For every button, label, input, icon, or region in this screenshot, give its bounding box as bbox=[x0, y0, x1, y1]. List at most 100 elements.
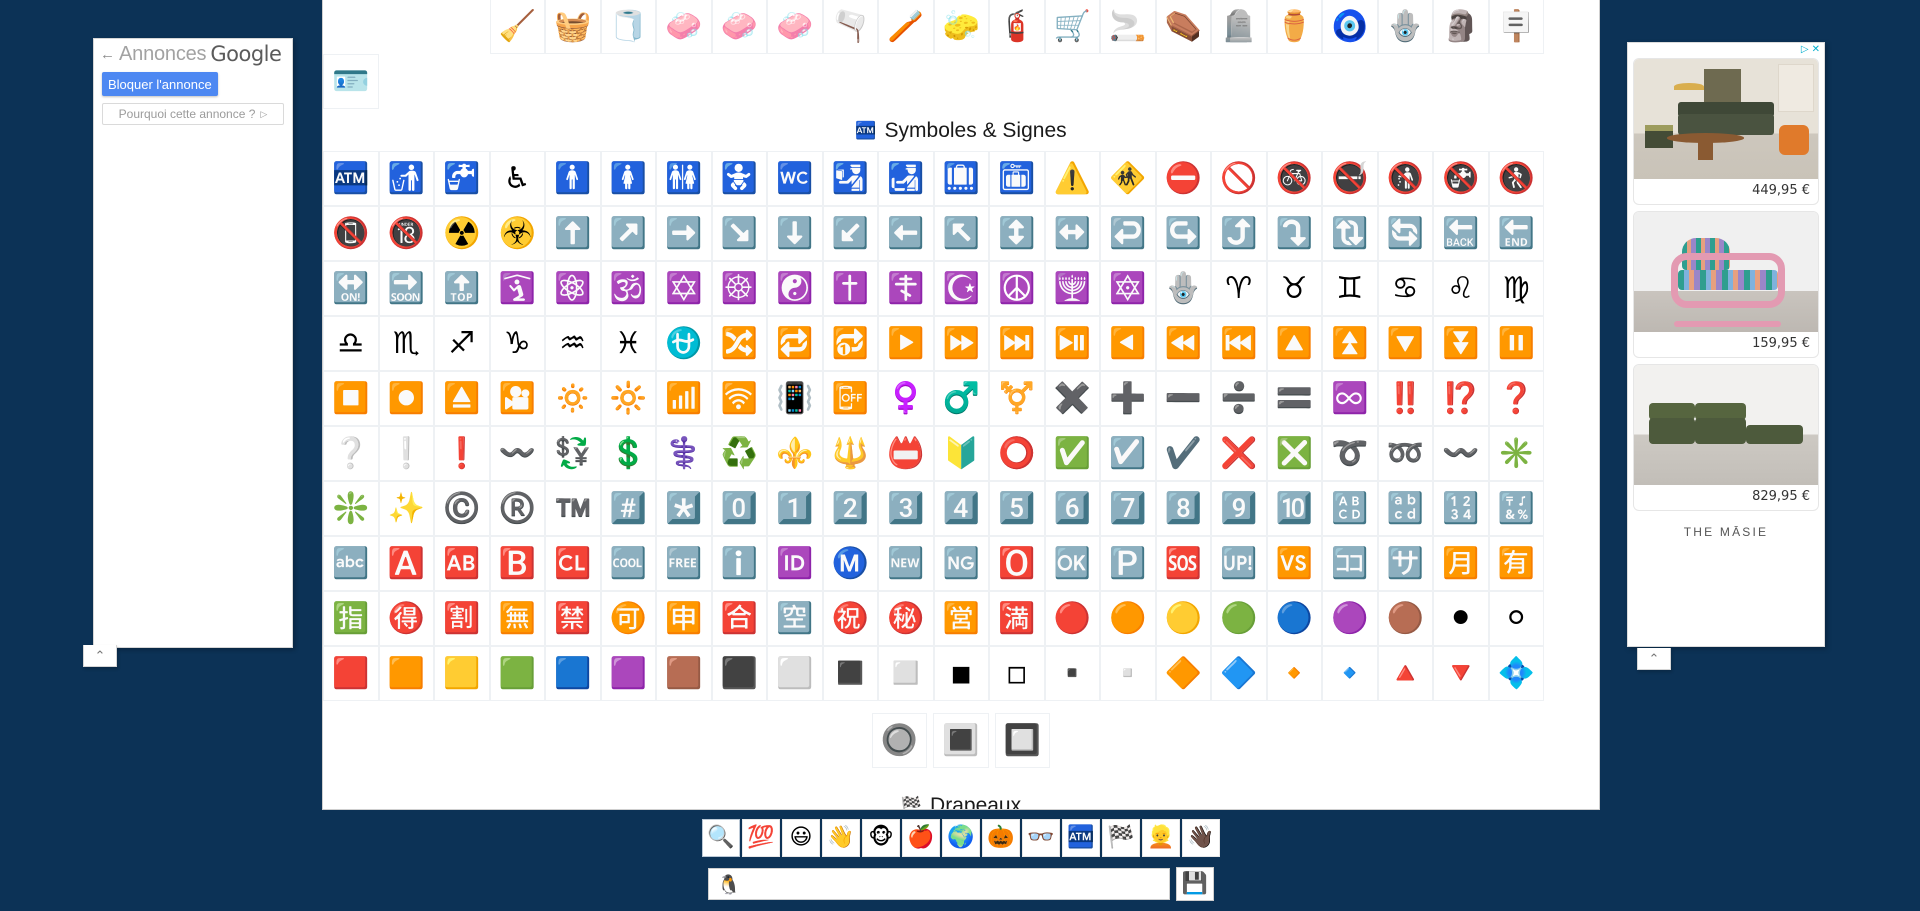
emoji-cell-sponge[interactable]: 🧽 bbox=[933, 0, 989, 54]
emoji-cell-vs-button[interactable]: 🆚 bbox=[1266, 536, 1322, 591]
emoji-cell-diamond-with-a-dot[interactable]: 💠 bbox=[1488, 646, 1544, 701]
emoji-cell-nazar-amulet[interactable]: 🧿 bbox=[1322, 0, 1378, 54]
emoji-cell-moai[interactable]: 🗿 bbox=[1433, 0, 1489, 54]
emoji-cell-no-bicycles[interactable]: 🚳 bbox=[1266, 151, 1322, 206]
emoji-cell-right-arrow-curving-down[interactable]: ⤵️ bbox=[1266, 206, 1322, 261]
emoji-cell-down-arrow[interactable]: ⬇️ bbox=[767, 206, 823, 261]
emoji-cell-taurus[interactable]: ♉ bbox=[1266, 261, 1322, 316]
emoji-cell-wavy-dash[interactable]: 〰️ bbox=[489, 426, 545, 481]
category-food[interactable]: 🍎 bbox=[902, 819, 940, 857]
emoji-cell-no-smoking[interactable]: 🚭 bbox=[1322, 151, 1378, 206]
emoji-cell-bucket[interactable]: 🧼 bbox=[711, 0, 767, 54]
emoji-cell-japanese-discount-button[interactable]: 🈹 bbox=[434, 591, 490, 646]
emoji-cell-soon-arrow[interactable]: 🔜 bbox=[378, 261, 434, 316]
emoji-cell-keycap-4[interactable]: 4️⃣ bbox=[933, 481, 989, 536]
emoji-cell-libra[interactable]: ♎ bbox=[323, 316, 379, 371]
emoji-cell-wheelchair-symbol[interactable]: ♿ bbox=[489, 151, 545, 206]
emoji-cell-top-arrow[interactable]: 🔝 bbox=[434, 261, 490, 316]
emoji-cell-womens-room[interactable]: 🚺 bbox=[600, 151, 656, 206]
emoji-cell-copyright[interactable]: ©️ bbox=[434, 481, 490, 536]
emoji-cell-downwards-button[interactable]: 🔽 bbox=[1377, 316, 1433, 371]
emoji-cell-play-button[interactable]: ▶️ bbox=[878, 316, 934, 371]
emoji-cell-brown-square[interactable]: 🟫 bbox=[656, 646, 712, 701]
emoji-cell-om[interactable]: 🕉️ bbox=[600, 261, 656, 316]
emoji-cell-information[interactable]: ℹ️ bbox=[711, 536, 767, 591]
emoji-cell-prohibited[interactable]: 🚫 bbox=[1211, 151, 1267, 206]
emoji-cell-identification-card[interactable]: 🪪 bbox=[323, 54, 379, 109]
emoji-cell-heavy-equals-sign[interactable]: 🟰 bbox=[1266, 371, 1322, 426]
emoji-cell-right-arrow-curving-up[interactable]: ⤴️ bbox=[1211, 206, 1267, 261]
emoji-cell-broom[interactable]: 🧹 bbox=[489, 0, 545, 54]
emoji-cell-litter-in-bin-sign[interactable]: 🚮 bbox=[378, 151, 434, 206]
emoji-cell-capricorn[interactable]: ♑ bbox=[489, 316, 545, 371]
emoji-cell-black-medium-small-square[interactable]: ◾ bbox=[933, 646, 989, 701]
emoji-cell-japanese-vacancy[interactable]: 🈳 bbox=[767, 591, 823, 646]
emoji-cell-children-crossing[interactable]: 🚸 bbox=[1100, 151, 1156, 206]
emoji-cell-toothbrush[interactable]: 🪥 bbox=[878, 0, 934, 54]
emoji-cell-atom-symbol[interactable]: ⚛️ bbox=[545, 261, 601, 316]
emoji-cell-funeral-urn[interactable]: ⚱️ bbox=[1266, 0, 1322, 54]
emoji-cell-red-triangle-pointed-down[interactable]: 🔻 bbox=[1433, 646, 1489, 701]
category-skin-tone[interactable]: 👋🏿 bbox=[1182, 819, 1220, 857]
emoji-cell-orange-circle[interactable]: 🟠 bbox=[1100, 591, 1156, 646]
emoji-cell-headstone[interactable]: 🪦 bbox=[1211, 0, 1267, 54]
emoji-cell-keycap-0[interactable]: 0️⃣ bbox=[711, 481, 767, 536]
why-this-ad-button[interactable]: Pourquoi cette annonce ? ▷ bbox=[102, 103, 284, 125]
emoji-cell-on-arrow[interactable]: 🔛 bbox=[323, 261, 379, 316]
emoji-cell-star-and-crescent[interactable]: ☪️ bbox=[933, 261, 989, 316]
emoji-cell-up-arrow[interactable]: ⬆️ bbox=[545, 206, 601, 261]
emoji-cell-up-button[interactable]: 🆙 bbox=[1211, 536, 1267, 591]
emoji-cell-curly-loop[interactable]: ➰ bbox=[1322, 426, 1378, 481]
emoji-cell-part-alternation-mark[interactable]: 〰️ bbox=[1433, 426, 1489, 481]
emoji-cell-mens-room[interactable]: 🚹 bbox=[545, 151, 601, 206]
emoji-cell-input-symbols[interactable]: 🔣 bbox=[1488, 481, 1544, 536]
emoji-cell-pause-button[interactable]: ⏸️ bbox=[1488, 316, 1544, 371]
emoji-cell-japanese-open-for-business[interactable]: 🈺 bbox=[933, 591, 989, 646]
emoji-cell-customs[interactable]: 🛃 bbox=[878, 151, 934, 206]
category-activities[interactable]: 🎃 bbox=[982, 819, 1020, 857]
emoji-cell-upwards-button[interactable]: 🔼 bbox=[1266, 316, 1322, 371]
emoji-cell-down-left-arrow[interactable]: ↙️ bbox=[822, 206, 878, 261]
emoji-cell-antenna-bars[interactable]: 📶 bbox=[656, 371, 712, 426]
emoji-cell-non-potable-water[interactable]: 🚱 bbox=[1433, 151, 1489, 206]
emoji-cell-cl-button[interactable]: 🆑 bbox=[545, 536, 601, 591]
emoji-cell-japanese-free-of-charge[interactable]: 🈚 bbox=[489, 591, 545, 646]
emoji-cell-input-latin-letters[interactable]: 🔤 bbox=[323, 536, 379, 591]
emoji-cell-repeat-single[interactable]: 🔂 bbox=[822, 316, 878, 371]
emoji-cell-left-arrow[interactable]: ⬅️ bbox=[878, 206, 934, 261]
emoji-cell-free-button[interactable]: 🆓 bbox=[656, 536, 712, 591]
category-animals[interactable]: 🐵 bbox=[862, 819, 900, 857]
emoji-cell-yin-yang[interactable]: ☯️ bbox=[767, 261, 823, 316]
left-ad-collapse-button[interactable]: ⌃ bbox=[83, 645, 117, 667]
emoji-cell-sagittarius[interactable]: ♐ bbox=[434, 316, 490, 371]
emoji-cell-stop-button[interactable]: ⏹️ bbox=[323, 371, 379, 426]
emoji-cell-cross-mark[interactable]: ❌ bbox=[1211, 426, 1267, 481]
emoji-cell-recycling-symbol[interactable]: ♻️ bbox=[711, 426, 767, 481]
emoji-cell-check-mark-button[interactable]: ✅ bbox=[1044, 426, 1100, 481]
emoji-cell-bright-button[interactable]: 🔆 bbox=[600, 371, 656, 426]
emoji-cell-japanese-here-button[interactable]: 🈁 bbox=[1322, 536, 1378, 591]
emoji-cell-white-circle[interactable]: ⚪ bbox=[1488, 591, 1544, 646]
search-input[interactable] bbox=[708, 868, 1170, 900]
emoji-cell-keycap-hash[interactable]: #️⃣ bbox=[600, 481, 656, 536]
emoji-cell-potable-water[interactable]: 🚰 bbox=[434, 151, 490, 206]
emoji-cell-fast-reverse[interactable]: ⏪ bbox=[1155, 316, 1211, 371]
emoji-cell-no-littering[interactable]: 🚯 bbox=[1377, 151, 1433, 206]
emoji-cell-black-large-square[interactable]: ⬛ bbox=[711, 646, 767, 701]
emoji-cell-large-blue-diamond[interactable]: 🔷 bbox=[1211, 646, 1267, 701]
emoji-cell-bubbles[interactable]: 🫗 bbox=[822, 0, 878, 54]
emoji-cell-new-button[interactable]: 🆕 bbox=[878, 536, 934, 591]
emoji-cell-small-blue-diamond[interactable]: 🔹 bbox=[1322, 646, 1378, 701]
emoji-cell-infinity[interactable]: ♾️ bbox=[1322, 371, 1378, 426]
category-people[interactable]: 👋 bbox=[822, 819, 860, 857]
emoji-cell-biohazard[interactable]: ☣️ bbox=[489, 206, 545, 261]
emoji-cell-roll-of-paper[interactable]: 🧻 bbox=[600, 0, 656, 54]
emoji-cell-japanese-acceptable[interactable]: 🉑 bbox=[600, 591, 656, 646]
emoji-cell-a-button[interactable]: 🅰️ bbox=[378, 536, 434, 591]
emoji-cell-leo[interactable]: ♌ bbox=[1433, 261, 1489, 316]
emoji-cell-id-button[interactable]: 🆔 bbox=[767, 536, 823, 591]
emoji-cell-back-arrow[interactable]: 🔙 bbox=[1433, 206, 1489, 261]
emoji-cell-vibration-mode[interactable]: 📳 bbox=[767, 371, 823, 426]
emoji-cell-registered[interactable]: ®️ bbox=[489, 481, 545, 536]
emoji-cell-red-exclamation-mark[interactable]: ❗ bbox=[434, 426, 490, 481]
